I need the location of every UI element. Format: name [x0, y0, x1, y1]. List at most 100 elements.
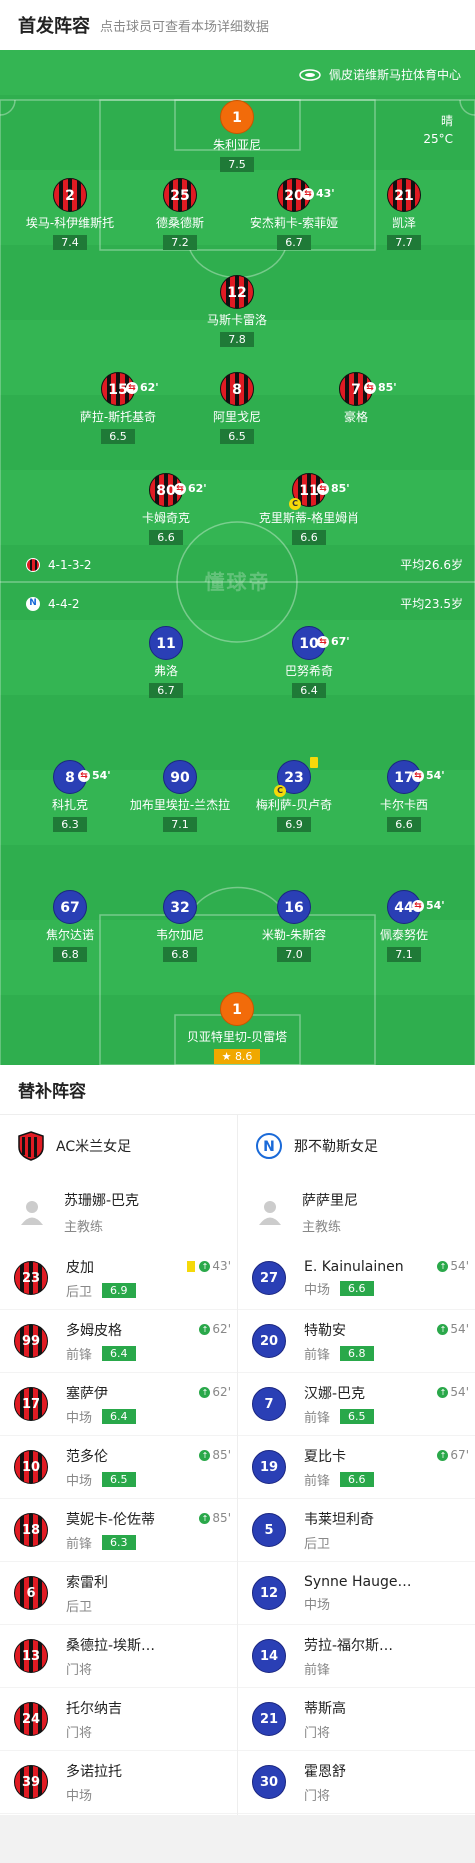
player-rating: 6.3	[53, 817, 87, 832]
home-avg-age: 平均26.6岁	[400, 558, 463, 572]
milan-crest-icon	[18, 1131, 44, 1161]
sub-player-row[interactable]: 5 韦莱坦利奇 后卫	[238, 1499, 475, 1562]
player-position: 前锋	[304, 1662, 331, 1678]
sub-minute: 43'	[316, 187, 335, 200]
player-position: 前锋	[304, 1473, 331, 1489]
sub-in-marker: ↑ 54'	[437, 1259, 469, 1273]
home-player[interactable]: 7 ⇆ 85' 豪格	[286, 372, 426, 425]
player-rating: 6.6	[149, 530, 183, 545]
sub-player-row[interactable]: 13 桑德拉-埃斯… 门将	[0, 1625, 237, 1688]
home-player[interactable]: 1 朱利亚尼 7.5	[167, 100, 307, 172]
player-name: 托尔纳吉	[66, 1700, 122, 1717]
player-rating: 7.1	[163, 817, 197, 832]
sub-player-row[interactable]: 10 范多伦 中场 6.5 ↑ 85'	[0, 1436, 237, 1499]
jersey-number: 19	[252, 1450, 286, 1484]
jersey-number: 14	[252, 1639, 286, 1673]
coach-avatar-icon	[21, 1201, 43, 1225]
player-rating: 6.9	[277, 817, 311, 832]
sub-minute: 54'	[426, 769, 445, 782]
sub-off-marker: ⇆ 67'	[317, 625, 350, 659]
sub-minute: 43'	[212, 1259, 231, 1273]
jersey-number-text: 44	[394, 900, 414, 916]
sub-minute: 54'	[450, 1322, 469, 1336]
sub-icon: ⇆	[302, 188, 314, 200]
sub-player-row[interactable]: 21 蒂斯高 门将	[238, 1688, 475, 1751]
sub-player-row[interactable]: 7 汉娜-巴克 前锋 6.5 ↑ 54'	[238, 1373, 475, 1436]
jersey-number: 6	[14, 1576, 48, 1610]
sub-player-row[interactable]: 23 皮加 后卫 6.9 ↑ 43'	[0, 1247, 237, 1310]
sub-icon: ⇆	[412, 770, 424, 782]
away-player[interactable]: 17 ⇆ 54' 卡尔卡西 6.6	[334, 760, 474, 832]
jersey-number: 99	[14, 1324, 48, 1358]
sub-minute: 67'	[450, 1448, 469, 1462]
sub-player-row[interactable]: 20 特勒安 前锋 6.8 ↑ 54'	[238, 1310, 475, 1373]
away-team-name: 那不勒斯女足	[294, 1139, 378, 1155]
sub-player-row[interactable]: 27 E. Kainulainen 中场 6.6 ↑ 54'	[238, 1247, 475, 1310]
player-name: 劳拉-福尔斯…	[304, 1637, 394, 1654]
jersey-number-text: 80	[156, 483, 176, 499]
milan-logo-icon	[26, 557, 40, 572]
subs-title: 替补阵容	[0, 1065, 475, 1115]
home-player[interactable]: 11 ⇆ 85' C 克里斯蒂-格里姆肖 6.6	[239, 473, 379, 545]
player-name: 索雷利	[66, 1574, 108, 1591]
away-player[interactable]: 1 贝亚特里切-贝雷塔 ★ 8.6	[167, 992, 307, 1064]
lineup-title: 首发阵容	[18, 16, 90, 37]
sub-off-marker: ⇆ 62'	[174, 472, 207, 506]
weather-condition: 晴	[440, 114, 453, 128]
away-player[interactable]: 10 ⇆ 67' 巴努希奇 6.4	[239, 626, 379, 698]
player-name: 贝亚特里切-贝雷塔	[186, 1030, 288, 1044]
sub-player-row[interactable]: 12 Synne Hauge… 中场	[238, 1562, 475, 1625]
away-team-row[interactable]: N 那不勒斯女足	[238, 1115, 475, 1177]
sub-off-marker: ⇆ 54'	[412, 759, 445, 793]
jersey-number: 2	[53, 178, 87, 212]
away-player[interactable]: 11 弗洛 6.7	[96, 626, 236, 698]
sub-in-marker: ↑ 85'	[199, 1511, 231, 1525]
player-rating: 7.0	[277, 947, 311, 962]
sub-player-row[interactable]: 19 夏比卡 前锋 6.6 ↑ 67'	[238, 1436, 475, 1499]
away-player[interactable]: 44 ⇆ 54' 佩泰努佐 7.1	[334, 890, 474, 962]
sub-in-icon: ↑	[199, 1512, 211, 1524]
sub-player-row[interactable]: 99 多姆皮格 前锋 6.4 ↑ 62'	[0, 1310, 237, 1373]
home-team-row[interactable]: AC米兰女足	[0, 1115, 237, 1177]
player-name: 特勒安	[304, 1322, 346, 1339]
player-rating: 7.1	[387, 947, 421, 962]
sub-player-row[interactable]: 24 托尔纳吉 门将	[0, 1688, 237, 1751]
home-player[interactable]: 21 凯泽 7.7	[334, 178, 474, 250]
captain-badge: C	[274, 785, 286, 797]
home-player[interactable]: 12 马斯卡雷洛 7.8	[167, 275, 307, 347]
player-name: 佩泰努佐	[379, 928, 428, 942]
sub-in-marker: ↑ 62'	[199, 1322, 231, 1336]
sub-player-row[interactable]: 6 索雷利 后卫	[0, 1562, 237, 1625]
player-rating: 6.6	[340, 1471, 374, 1487]
player-position: 前锋	[66, 1536, 93, 1552]
player-rating: 6.3	[102, 1534, 136, 1550]
jersey-number: 1	[220, 100, 254, 134]
player-position: 中场	[66, 1410, 93, 1426]
sub-in-icon: ↑	[437, 1386, 449, 1398]
coach-name: 苏珊娜-巴克	[64, 1192, 140, 1209]
player-name: 卡尔卡西	[379, 798, 428, 812]
sub-icon: ⇆	[174, 483, 186, 495]
player-name: 皮加	[66, 1259, 94, 1276]
player-position: 门将	[304, 1725, 331, 1741]
jersey-number: 7 ⇆ 85'	[339, 372, 397, 406]
jersey-number: 12	[220, 275, 254, 309]
home-player[interactable]: 80 ⇆ 62' 卡姆奇克 6.6	[96, 473, 236, 545]
player-name: Synne Hauge…	[304, 1573, 412, 1590]
home-subs-column: AC米兰女足 苏珊娜-巴克 主教练 23 皮加 后卫 6.9 ↑ 43' 99 多姆…	[0, 1115, 237, 1815]
sub-off-marker: ⇆ 85'	[364, 371, 397, 405]
player-name: 桑德拉-埃斯…	[66, 1637, 156, 1654]
player-position: 中场	[66, 1473, 93, 1489]
jersey-number: 7	[252, 1387, 286, 1421]
jersey-number: 30	[252, 1765, 286, 1799]
jersey-number-text: 10	[299, 636, 319, 652]
sub-player-row[interactable]: 18 莫妮卡-伦佐蒂 前锋 6.3 ↑ 85'	[0, 1499, 237, 1562]
sub-player-row[interactable]: 14 劳拉-福尔斯… 前锋	[238, 1625, 475, 1688]
sub-player-row[interactable]: 39 多诺拉托 中场	[0, 1751, 237, 1814]
player-name: 巴努希奇	[284, 664, 333, 678]
mvp-star-icon: ★	[221, 1050, 232, 1063]
player-rating-mvp: ★ 8.6	[213, 1049, 261, 1064]
jersey-number: 21	[387, 178, 421, 212]
sub-player-row[interactable]: 30 霍恩舒 门将	[238, 1751, 475, 1814]
sub-player-row[interactable]: 17 塞萨伊 中场 6.4 ↑ 62'	[0, 1373, 237, 1436]
